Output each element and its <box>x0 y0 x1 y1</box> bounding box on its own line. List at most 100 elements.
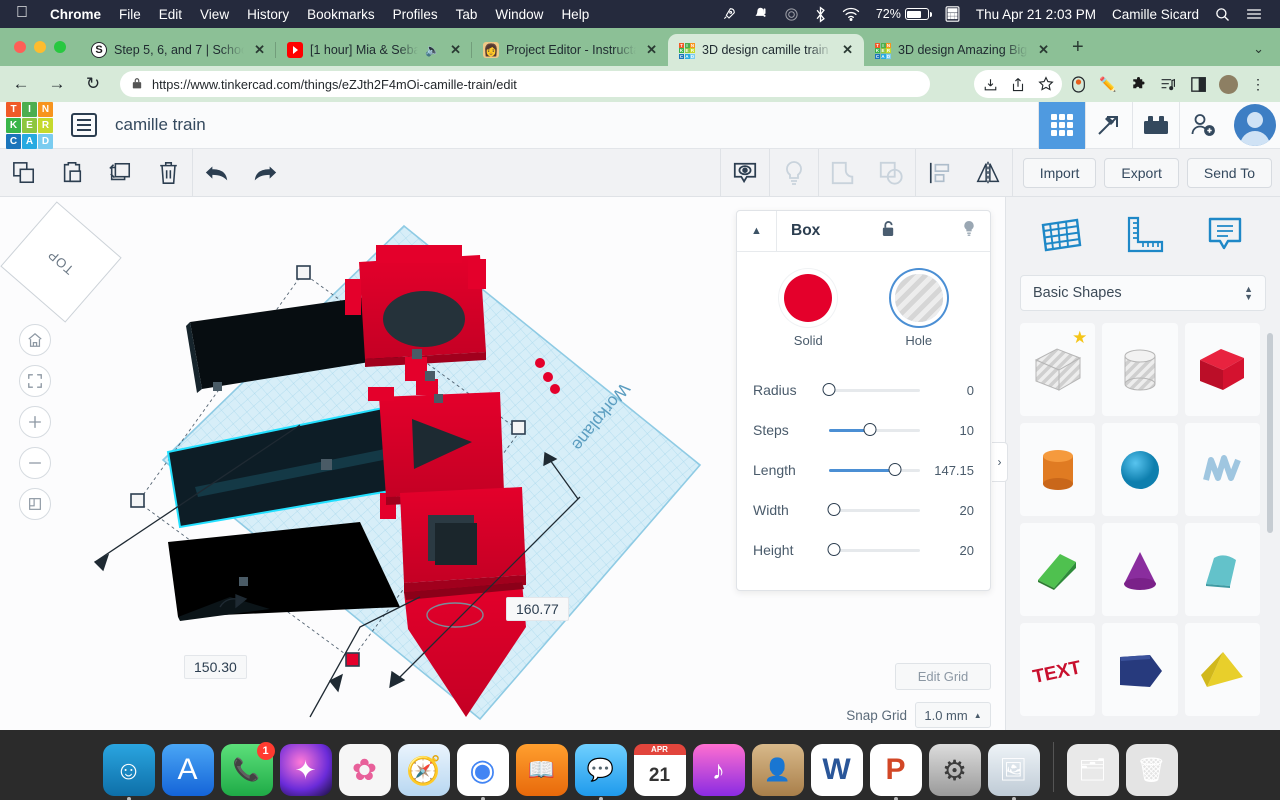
spiral-icon[interactable] <box>776 7 807 22</box>
workplane-icon[interactable] <box>1034 211 1088 259</box>
undo-icon[interactable] <box>193 149 241 197</box>
height-slider[interactable] <box>827 543 920 556</box>
shape-item-box-red[interactable] <box>1184 323 1260 416</box>
export-button[interactable]: Export <box>1104 157 1179 188</box>
blocks-icon[interactable] <box>1038 101 1085 149</box>
parameter-value[interactable]: 0 <box>930 383 974 398</box>
shape-category-select[interactable]: Basic Shapes ▲ ▼ <box>1020 275 1266 311</box>
close-tab-button[interactable]: ✕ <box>643 42 660 58</box>
search-icon[interactable] <box>1207 7 1238 22</box>
sidepanel-icon[interactable] <box>1184 70 1212 98</box>
dock-chrome[interactable]: ◉ <box>456 744 509 800</box>
shape-item-sphere-blue[interactable] <box>1102 423 1178 516</box>
sidebar-collapse-handle[interactable]: › <box>992 442 1008 482</box>
wifi-icon[interactable] <box>834 7 868 21</box>
solid-color-swatch[interactable] <box>784 274 833 322</box>
shape-item-scribble-blue[interactable] <box>1184 423 1260 516</box>
light-bulb-icon[interactable] <box>956 220 990 242</box>
menu-edit[interactable]: Edit <box>150 7 191 22</box>
address-bar[interactable]: https://www.tinkercad.com/things/eZJth2F… <box>120 71 930 97</box>
dock-finder[interactable]: ☺ <box>102 744 155 800</box>
record-icon[interactable] <box>1064 70 1092 98</box>
close-tab-button[interactable]: ✕ <box>251 42 268 58</box>
dock-downloads-stack[interactable]: 🗂 <box>1066 744 1119 796</box>
group-icon[interactable] <box>819 149 867 197</box>
user-avatar[interactable] <box>1234 104 1276 146</box>
apple-icon[interactable]:  <box>0 4 41 24</box>
shape-item-cone-purple[interactable] <box>1102 523 1178 616</box>
menubar-username[interactable]: Camille Sicard <box>1104 7 1207 22</box>
steps-slider[interactable] <box>829 423 920 436</box>
ungroup-icon[interactable] <box>867 149 915 197</box>
dock-safari[interactable]: 🧭 <box>397 744 450 796</box>
close-tab-button[interactable]: ✕ <box>1035 42 1052 58</box>
menu-history[interactable]: History <box>238 7 298 22</box>
download-icon[interactable] <box>976 70 1004 98</box>
ruler-icon[interactable] <box>1116 211 1170 259</box>
parameter-value[interactable]: 20 <box>930 543 974 558</box>
light-bulb-icon[interactable] <box>770 149 818 197</box>
menu-view[interactable]: View <box>191 7 238 22</box>
playlist-icon[interactable] <box>1154 70 1182 98</box>
profile-avatar[interactable] <box>1214 70 1242 98</box>
browser-tab-instructables[interactable]: 👩 Project Editor - Instructable ✕ <box>471 34 668 66</box>
import-button[interactable]: Import <box>1022 157 1097 188</box>
chevron-up-icon[interactable]: ▲ <box>737 210 777 252</box>
send-to-button[interactable]: Send To <box>1186 157 1272 188</box>
dock-powerpoint[interactable]: P <box>869 744 922 800</box>
close-tab-button[interactable]: ✕ <box>839 42 856 58</box>
parameter-value[interactable]: 147.15 <box>930 463 974 478</box>
bookmark-star-icon[interactable] <box>1032 70 1060 98</box>
menu-dots-icon[interactable]: ⋮ <box>1244 70 1272 98</box>
dock-contacts[interactable]: 👤 <box>751 744 804 796</box>
length-slider[interactable] <box>829 463 920 476</box>
codeblocks-icon[interactable] <box>1085 101 1132 149</box>
copy-icon[interactable] <box>0 149 48 197</box>
menubar-datetime[interactable]: Thu Apr 21 2:03 PM <box>968 7 1104 22</box>
solid-mode-option[interactable]: Solid <box>784 274 833 348</box>
reload-button[interactable]: ↻ <box>78 69 108 99</box>
tab-audio-icon[interactable]: 🔈 <box>425 43 440 57</box>
shape-item-cylinder-orange[interactable] <box>1020 423 1096 516</box>
show-hide-icon[interactable] <box>721 149 769 197</box>
calculator-icon[interactable] <box>937 6 968 22</box>
note-icon[interactable] <box>1198 211 1252 259</box>
menu-bookmarks[interactable]: Bookmarks <box>298 7 384 22</box>
unlock-icon[interactable] <box>875 220 902 242</box>
dock-system-preferences[interactable]: ⚙ <box>928 744 981 796</box>
shape-item-cylinder-hole[interactable] <box>1102 323 1178 416</box>
extensions-icon[interactable] <box>1124 70 1152 98</box>
fit-view-icon[interactable] <box>19 365 51 397</box>
list-menu-icon[interactable] <box>71 113 97 137</box>
snap-grid-select[interactable]: 1.0 mm ▲ <box>915 702 991 728</box>
hole-pattern-swatch[interactable] <box>894 274 943 322</box>
browser-tab-tinkercad-amazing-bigery[interactable]: TIN KER CAD 3D design Amazing Bigery ✕ <box>864 34 1060 66</box>
dock-calendar[interactable]: APR 21 <box>633 744 686 796</box>
battery-icon[interactable] <box>904 8 932 20</box>
control-center-icon[interactable] <box>1238 7 1270 21</box>
dock-word[interactable]: W <box>810 744 863 796</box>
sidebar-scrollbar[interactable] <box>1267 333 1273 533</box>
dock-messages[interactable]: 💬 <box>574 744 627 800</box>
mirror-icon[interactable] <box>964 149 1012 197</box>
width-slider[interactable] <box>827 503 920 516</box>
shape-item-text-red[interactable]: TEXT <box>1020 623 1096 716</box>
shape-item-pentagon-navy[interactable] <box>1102 623 1178 716</box>
shape-item-roof-teal[interactable] <box>1184 523 1260 616</box>
parameter-value[interactable]: 20 <box>930 503 974 518</box>
tab-search-chevron-icon[interactable]: ⌄ <box>1253 41 1280 66</box>
radius-slider[interactable] <box>822 383 920 396</box>
duplicate-icon[interactable] <box>96 149 144 197</box>
align-icon[interactable] <box>916 149 964 197</box>
menu-help[interactable]: Help <box>552 7 598 22</box>
menu-tab[interactable]: Tab <box>447 7 487 22</box>
menu-file[interactable]: File <box>110 7 150 22</box>
dock-itunes[interactable]: ♪ <box>692 744 745 796</box>
close-window-button[interactable] <box>14 41 26 53</box>
dock-ibooks[interactable]: 📖 <box>515 744 568 796</box>
edit-grid-button[interactable]: Edit Grid <box>895 663 991 690</box>
dimension-label[interactable]: 160.77 <box>506 597 569 621</box>
forward-button[interactable]: → <box>42 69 72 99</box>
redo-icon[interactable] <box>241 149 289 197</box>
hole-mode-option[interactable]: Hole <box>894 274 943 348</box>
